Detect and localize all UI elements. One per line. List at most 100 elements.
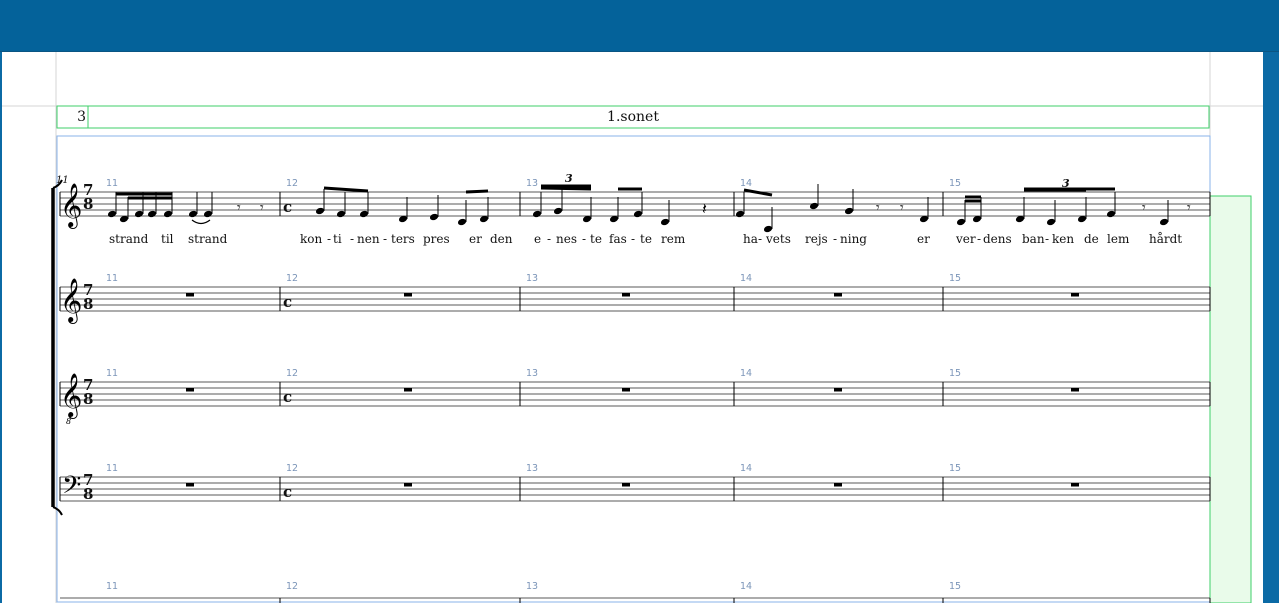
lyric-hyphen: - [350,232,354,246]
note-beam [323,186,369,193]
whole-rest [186,388,194,392]
notehead [660,218,670,226]
notehead [1046,218,1056,226]
lyric-syllable: er [917,232,930,246]
lyric-hyphen: - [1045,232,1049,246]
lyric-syllable: nes [556,232,577,246]
notehead [203,210,213,218]
lyric-hyphen: - [547,232,551,246]
page-number: 3 [77,109,86,125]
measure-number: 11 [106,368,118,379]
notehead [147,210,157,218]
measure-number: 13 [526,368,538,379]
measure-number: 11 [106,581,118,592]
score-page[interactable]: 3 1.sonet 11 𝄞 𝄞 𝄞 8 𝄢 11 12 13 14 15 11 12 13 14 15 1… [0,52,1263,603]
staff-3: 𝄞8 [59,373,1211,426]
lyric-syllable: nen [357,232,380,246]
whole-rest [404,388,412,392]
eighth-rest: 𝄾 [237,200,241,216]
whole-rest [186,293,194,297]
window-edge [1263,52,1279,603]
measure-number: 12 [286,273,298,284]
notehead [315,207,325,215]
lyric-hyphen: - [631,232,635,246]
notehead [457,218,467,226]
notehead [532,210,542,218]
lyric-syllable: dens [983,232,1012,246]
whole-rest [834,293,842,297]
lyric-syllable: til [161,232,174,246]
measure-number: 11 [106,463,118,474]
notehead [735,210,745,218]
note-beam [465,189,489,194]
octave-mark: 8 [66,417,71,426]
measure-number: 14 [740,463,752,474]
treble-clef: 𝄞 [60,278,82,324]
system-frame[interactable] [56,135,1211,603]
measure-number: 13 [526,178,538,189]
measure-number: 11 [106,273,118,284]
common-time-symbol: c [283,483,292,501]
measure-number: 12 [286,368,298,379]
lyric-syllable: kon [300,232,322,246]
notehead [163,210,173,218]
whole-rest [186,483,194,487]
quarter-rest: 𝄽 [702,199,707,218]
lyric-syllable: rem [661,232,686,246]
whole-rest [622,483,630,487]
notehead [107,210,117,218]
measure-number: 15 [949,368,961,379]
staves: 𝄞𝄞𝄞8𝄢 [59,183,1211,603]
right-margin-frame[interactable] [1209,195,1252,603]
lyrics: strand til strand kon - ti - nen - ters … [109,231,1182,246]
tie [191,219,211,225]
common-time-symbols: c c c c [283,198,292,501]
lyric-syllable: de [1084,232,1099,246]
whole-rest [1071,388,1079,392]
bass-clef: 𝄢 [62,471,81,506]
whole-rest [1071,483,1079,487]
measure-number: 15 [949,463,961,474]
common-time-symbol: c [283,293,292,311]
lyric-syllable: den [490,232,513,246]
lyric-hyphen: - [327,232,331,246]
measure-number: 12 [286,178,298,189]
measure-number: 15 [949,273,961,284]
lyric-syllable: fas [609,232,627,246]
measure-number: 12 [286,463,298,474]
treble-clef: 𝄞 [60,373,82,419]
lyric-syllable: lem [1107,232,1130,246]
whole-rest [1071,293,1079,297]
lyric-syllable: ken [1052,232,1074,246]
eighth-rest: 𝄾 [900,200,904,216]
lyric-syllable: pres [423,232,450,246]
notehead [633,210,643,218]
score-canvas[interactable]: 3 1.sonet 11 𝄞𝄞𝄞8𝄢 11 12 13 14 1511 12 13 14 151… [2,52,1263,603]
lyric-syllable: ters [391,232,415,246]
measure-number: 13 [526,581,538,592]
tuplet-number: 3 [565,172,573,185]
measure-number: 12 [286,581,298,592]
lyric-syllable: ti [333,232,342,246]
lyric-syllable: hårdt [1149,231,1182,246]
notehead [429,213,439,221]
lyric-hyphen: - [977,232,981,246]
lyric-hyphen: - [582,232,586,246]
notehead [553,207,563,215]
lyric-syllable: vets [765,232,791,246]
whole-rest [622,388,630,392]
measure-number: 11 [106,178,118,189]
lyric-syllable: ha [743,232,758,246]
measure-number: 15 [949,581,961,592]
treble-clef: 𝄞 [60,183,82,229]
voice-notes: 𝄾 𝄾 𝄾 𝄾 𝄾 𝄾 𝄽 [107,184,1191,233]
lyric-syllable: ning [840,232,867,246]
tuplet-number: 3 [1062,177,1070,190]
measure-number: 14 [740,178,752,189]
lyric-syllable: rejs [805,232,828,246]
time-sig-bottom: 8 [83,485,93,503]
staff-4: 𝄢 [59,471,1211,506]
measure-number: 15 [949,178,961,189]
time-sig-bottom: 8 [83,390,93,408]
lyric-hyphen: - [833,232,837,246]
